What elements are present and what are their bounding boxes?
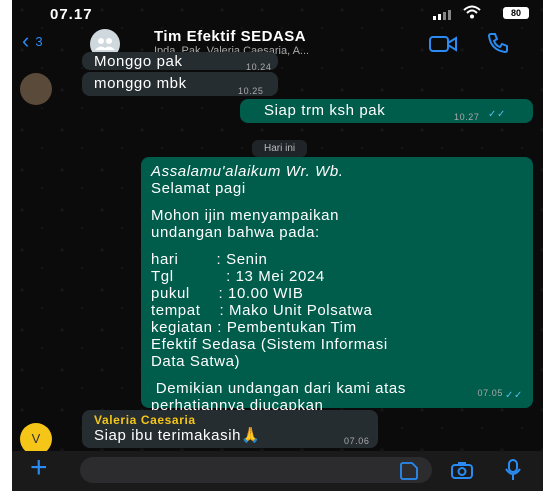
read-receipt-icon: ✓✓ [488, 109, 506, 120]
message-line: Demikian undangan dari kami atas [151, 380, 406, 397]
message-line: pukul : 10.00 WIB [151, 285, 304, 302]
message-line: tempat : Mako Unit Polsatwa [151, 302, 373, 319]
compose-bar: + [12, 451, 543, 491]
group-icon [95, 38, 115, 50]
message-outgoing[interactable]: Siap trm ksh pak 10.27 ✓✓ [240, 99, 533, 123]
message-time: 10.27 [454, 112, 480, 122]
back-button[interactable]: ‹ 3 [22, 30, 43, 52]
message-outgoing-invitation[interactable]: Assalamu'alaikum Wr. Wb. Selamat pagi Moho… [141, 157, 533, 448]
message-line-break [151, 370, 523, 380]
sticker-icon[interactable] [400, 462, 418, 480]
message-input[interactable] [80, 457, 432, 483]
message-line: Mohon ijin menyampaikan [151, 207, 340, 224]
status-time: 07.17 [50, 6, 93, 23]
message-incoming-reply[interactable]: Valeria Caesaria Siap ibu terimakasih🙏 0… [82, 410, 378, 448]
message-incoming[interactable]: Monggo pak 10.24 [82, 52, 278, 72]
group-title[interactable]: Tim Efektif SEDASA [154, 28, 306, 45]
message-text: monggo mbk [94, 75, 187, 92]
microphone-icon[interactable] [505, 459, 521, 481]
message-incoming[interactable]: monggo mbk 10.25 [82, 72, 278, 96]
message-time: 07.05 [477, 388, 503, 398]
message-text: Monggo pak [94, 53, 183, 70]
phone-screen: 07.17 80 ‹ 3 Tim Efektif SEDASA Ipda, Pa… [12, 0, 543, 491]
wifi-icon [463, 5, 481, 19]
signal-icon [433, 10, 451, 20]
message-line: Efektif Sedasa (Sistem Informasi [151, 336, 388, 353]
message-line: hari : Senin [151, 251, 268, 268]
status-bar: 07.17 80 [12, 0, 543, 26]
message-line: Selamat pagi [151, 180, 246, 197]
message-line: Data Satwa) [151, 353, 241, 370]
message-line: Tgl : 13 Mei 2024 [151, 268, 325, 285]
message-time: 10.25 [238, 86, 264, 96]
message-line-break [151, 197, 523, 207]
read-receipt-icon: ✓✓ [505, 390, 523, 401]
message-body: Assalamu'alaikum Wr. Wb. Selamat pagi Moho… [151, 163, 523, 448]
message-line: undangan bahwa pada: [151, 224, 320, 241]
video-call-icon[interactable] [429, 35, 457, 53]
chevron-left-icon: ‹ [22, 28, 30, 53]
message-line: Assalamu'alaikum Wr. Wb. [151, 163, 344, 180]
message-line: kegiatan : Pembentukan Tim [151, 319, 357, 336]
message-text: Siap ibu terimakasih🙏 [94, 427, 261, 444]
unread-count: 3 [35, 33, 43, 49]
date-separator: Hari ini [252, 140, 308, 157]
message-time: 07.06 [344, 436, 370, 446]
message-line-break [151, 241, 523, 251]
battery-icon: 80 [503, 7, 529, 19]
camera-icon[interactable] [451, 461, 473, 479]
message-text: Siap trm ksh pak [264, 102, 386, 119]
attach-plus-icon[interactable]: + [30, 453, 48, 483]
phone-call-icon[interactable] [487, 32, 509, 54]
sender-avatar[interactable] [20, 73, 52, 105]
